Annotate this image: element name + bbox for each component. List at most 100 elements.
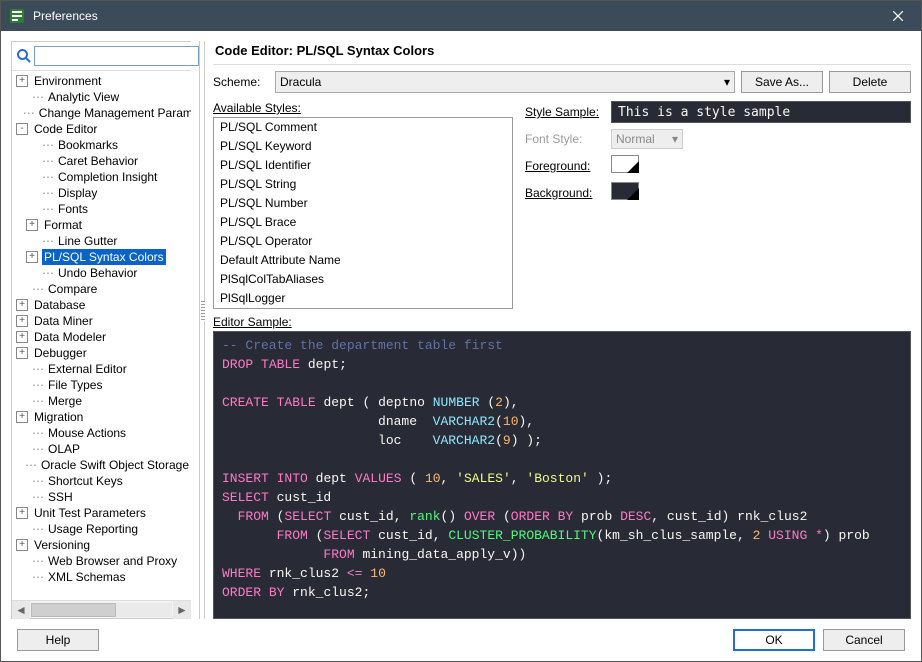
leaf-icon: ⋯ xyxy=(32,377,44,393)
tree-item[interactable]: ⋯Compare xyxy=(12,281,191,297)
cancel-button[interactable]: Cancel xyxy=(823,629,905,651)
tree-item[interactable]: +Debugger xyxy=(12,345,191,361)
titlebar: Preferences xyxy=(1,1,921,31)
style-list-item[interactable]: PL/SQL Identifier xyxy=(214,156,512,175)
expand-icon[interactable]: + xyxy=(16,75,28,87)
scroll-right-icon[interactable]: ► xyxy=(173,601,191,619)
tree-label: Format xyxy=(42,217,84,233)
style-list-item[interactable]: Default Attribute Name xyxy=(214,251,512,270)
scheme-row: Scheme: Dracula ▾ Save As... Delete xyxy=(213,71,911,93)
tree-item[interactable]: ⋯External Editor xyxy=(12,361,191,377)
expand-icon[interactable]: + xyxy=(16,507,28,519)
tree-label: Unit Test Parameters xyxy=(32,505,148,521)
expand-icon[interactable]: + xyxy=(26,251,38,263)
tree-item[interactable]: ⋯Line Gutter xyxy=(12,233,191,249)
scheme-select[interactable]: Dracula ▾ xyxy=(275,71,735,93)
tree-item[interactable]: +Database xyxy=(12,297,191,313)
leaf-icon: ⋯ xyxy=(42,265,54,281)
tree-label: Completion Insight xyxy=(56,169,159,185)
button-bar: Help OK Cancel xyxy=(11,619,911,655)
style-list-item[interactable]: PL/SQL Keyword xyxy=(214,137,512,156)
style-list-item[interactable]: PL/SQL String xyxy=(214,175,512,194)
tree-label: Analytic View xyxy=(46,89,121,105)
close-button[interactable] xyxy=(875,1,921,31)
tree-item[interactable]: ⋯Display xyxy=(12,185,191,201)
collapse-icon[interactable]: - xyxy=(16,123,28,135)
help-button[interactable]: Help xyxy=(17,629,99,651)
tree-label: External Editor xyxy=(46,361,129,377)
tree-item[interactable]: -Code Editor xyxy=(12,121,191,137)
scroll-thumb[interactable] xyxy=(31,603,116,617)
main-split: +Environment ⋯Analytic View ⋯Change Mana… xyxy=(11,41,911,619)
leaf-icon: ⋯ xyxy=(42,185,54,201)
tree-label: Versioning xyxy=(32,537,92,553)
expand-icon[interactable]: + xyxy=(16,347,28,359)
available-styles-list[interactable]: PL/SQL CommentPL/SQL KeywordPL/SQL Ident… xyxy=(213,117,513,309)
ok-button[interactable]: OK xyxy=(733,629,815,651)
tree-item[interactable]: ⋯File Types xyxy=(12,377,191,393)
leaf-icon: ⋯ xyxy=(32,441,44,457)
tree-item[interactable]: + Unit Test Parameters xyxy=(12,505,191,521)
style-list-item[interactable]: PL/SQL Comment xyxy=(214,118,512,137)
tree-item[interactable]: ⋯Change Management Parameters xyxy=(12,105,191,121)
tree-label: Data Modeler xyxy=(32,329,108,345)
tree-label: Code Editor xyxy=(32,121,99,137)
tree-item[interactable]: +Environment xyxy=(12,73,191,89)
scroll-track[interactable] xyxy=(31,603,172,617)
preferences-window: Preferences +Environment ⋯Analytic View … xyxy=(0,0,922,662)
tree-item[interactable]: ⋯Usage Reporting xyxy=(12,521,191,537)
foreground-color-button[interactable] xyxy=(611,155,639,173)
save-as-button[interactable]: Save As... xyxy=(741,71,823,93)
category-tree[interactable]: +Environment ⋯Analytic View ⋯Change Mana… xyxy=(12,71,191,600)
style-list-item[interactable]: PL/SQL Operator xyxy=(214,232,512,251)
tree-label: XML Schemas xyxy=(46,569,128,585)
tree-item[interactable]: ⋯Web Browser and Proxy xyxy=(12,553,191,569)
tree-item[interactable]: ⋯Shortcut Keys xyxy=(12,473,191,489)
tree-scrollbar[interactable]: ◄ ► xyxy=(12,600,191,618)
tree-item[interactable]: ⋯XML Schemas xyxy=(12,569,191,585)
leaf-icon: ⋯ xyxy=(32,393,44,409)
tree-item[interactable]: ⋯Bookmarks xyxy=(12,137,191,153)
expand-icon[interactable]: + xyxy=(16,331,28,343)
expand-icon[interactable]: + xyxy=(16,315,28,327)
scroll-left-icon[interactable]: ◄ xyxy=(12,601,30,619)
tree-item[interactable]: + Versioning xyxy=(12,537,191,553)
tree-item[interactable]: ⋯Undo Behavior xyxy=(12,265,191,281)
font-style-value: Normal xyxy=(616,132,655,146)
tree-item[interactable]: + Format xyxy=(12,217,191,233)
dialog-body: +Environment ⋯Analytic View ⋯Change Mana… xyxy=(1,31,921,661)
available-styles-column: Available Styles: PL/SQL CommentPL/SQL K… xyxy=(213,101,513,309)
tree-item[interactable]: ⋯Oracle Swift Object Storage xyxy=(12,457,191,473)
tree-label: Mouse Actions xyxy=(46,425,128,441)
style-list-item[interactable]: PlSqlColTabAliases xyxy=(214,270,512,289)
background-color-button[interactable] xyxy=(611,182,639,200)
leaf-icon: ⋯ xyxy=(32,489,44,505)
expand-icon[interactable]: + xyxy=(16,299,28,311)
tree-item[interactable]: ⋯Mouse Actions xyxy=(12,425,191,441)
style-list-item[interactable]: PlSqlLogger xyxy=(214,289,512,308)
tree-item[interactable]: +Migration xyxy=(12,409,191,425)
tree-item[interactable]: ⋯OLAP xyxy=(12,441,191,457)
splitter[interactable] xyxy=(199,41,205,619)
tree-item[interactable]: ⋯Completion Insight xyxy=(12,169,191,185)
search-input[interactable] xyxy=(34,46,199,66)
leaf-icon: ⋯ xyxy=(25,457,37,473)
tree-item[interactable]: +PL/SQL Syntax Colors xyxy=(12,249,191,265)
leaf-icon: ⋯ xyxy=(32,569,44,585)
tree-item[interactable]: ⋯Analytic View xyxy=(12,89,191,105)
tree-item[interactable]: + Data Modeler xyxy=(12,329,191,345)
delete-button[interactable]: Delete xyxy=(829,71,911,93)
tree-item[interactable]: ⋯SSH xyxy=(12,489,191,505)
style-list-item[interactable]: PL/SQL Brace xyxy=(214,213,512,232)
tree-label: Merge xyxy=(46,393,84,409)
expand-icon[interactable]: + xyxy=(16,411,28,423)
expand-icon[interactable]: + xyxy=(26,219,38,231)
tree-item[interactable]: ⋯Fonts xyxy=(12,201,191,217)
chevron-down-icon: ▾ xyxy=(724,75,730,89)
style-list-item[interactable]: PL/SQL Number xyxy=(214,194,512,213)
tree-item[interactable]: ⋯Merge xyxy=(12,393,191,409)
leaf-icon: ⋯ xyxy=(32,281,44,297)
tree-item[interactable]: ⋯Caret Behavior xyxy=(12,153,191,169)
tree-item[interactable]: +Data Miner xyxy=(12,313,191,329)
expand-icon[interactable]: + xyxy=(16,539,28,551)
